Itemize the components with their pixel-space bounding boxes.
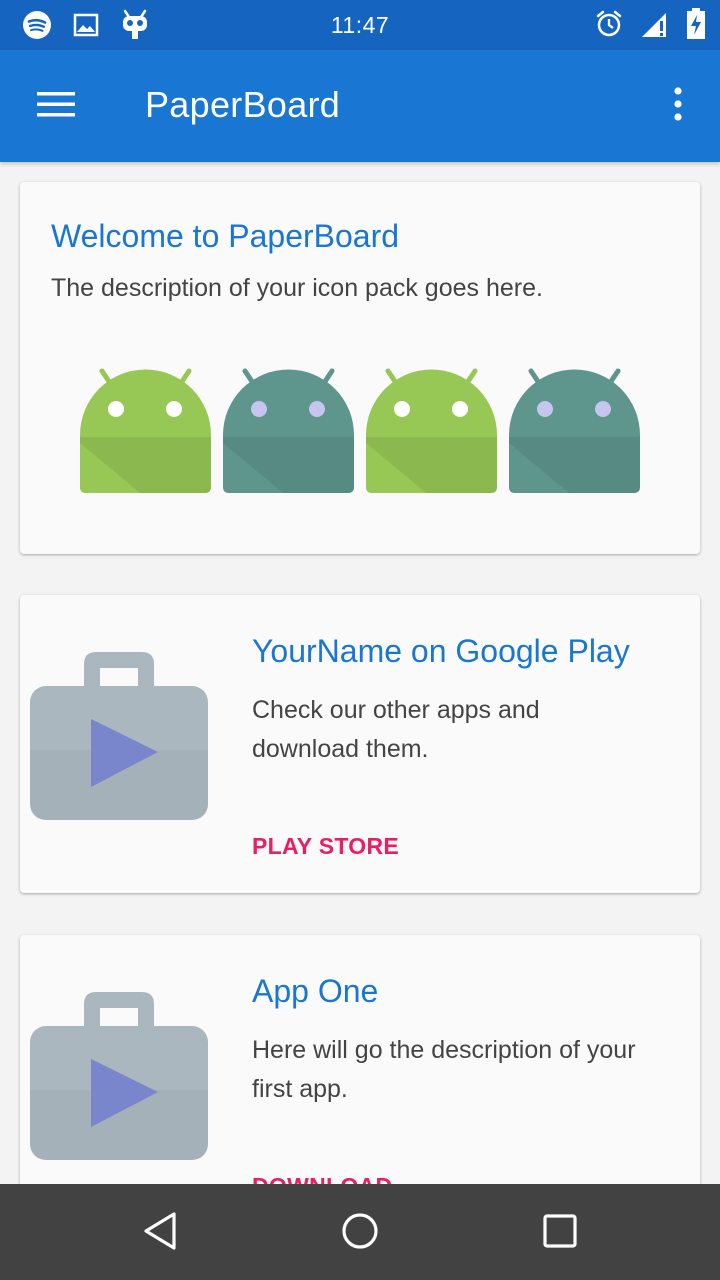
robots-row xyxy=(80,357,640,498)
overflow-menu-button[interactable] xyxy=(658,80,698,132)
play-store-bag-icon xyxy=(28,650,210,827)
home-icon xyxy=(341,1212,379,1255)
recents-icon xyxy=(543,1213,577,1253)
play-store-bag-icon xyxy=(28,990,210,1167)
back-button[interactable] xyxy=(130,1208,190,1258)
play-store-button[interactable]: PLAY STORE xyxy=(252,833,399,860)
welcome-title: Welcome to PaperBoard xyxy=(51,218,400,254)
content-scroll[interactable]: Welcome to PaperBoard The description of… xyxy=(0,162,720,1184)
android-robot-teal-icon xyxy=(509,357,640,498)
google-play-description: Check our other apps and download them. xyxy=(252,696,540,763)
google-play-title: YourName on Google Play xyxy=(252,633,630,669)
recents-button[interactable] xyxy=(530,1208,590,1258)
battery-charging-icon xyxy=(686,8,706,45)
signal-icon xyxy=(640,9,670,44)
welcome-description: The description of your icon pack goes h… xyxy=(51,274,543,302)
alarm-icon xyxy=(594,9,624,44)
download-button[interactable]: DOWNLOAD xyxy=(252,1173,392,1184)
home-button[interactable] xyxy=(330,1208,390,1258)
system-nav-bar xyxy=(0,1184,720,1280)
android-robot-green-icon xyxy=(366,357,497,498)
more-vertical-icon xyxy=(673,86,683,126)
android-robot-green-icon xyxy=(80,357,211,498)
app-one-title: App One xyxy=(252,973,379,1009)
app-title: PaperBoard xyxy=(145,84,341,125)
back-icon xyxy=(142,1211,178,1256)
app-bar: PaperBoard xyxy=(0,50,720,162)
hamburger-menu-icon xyxy=(37,90,75,123)
app-one-description: Here will go the description of your fir… xyxy=(252,1036,636,1103)
navigation-menu-button[interactable] xyxy=(26,80,86,132)
status-bar: 11:47 xyxy=(0,0,720,50)
welcome-card: Welcome to PaperBoard The description of… xyxy=(20,182,700,554)
google-play-card: YourName on Google Play Check our other … xyxy=(20,595,700,893)
app-one-card: App One Here will go the description of … xyxy=(20,935,700,1184)
android-robot-teal-icon xyxy=(223,357,354,498)
